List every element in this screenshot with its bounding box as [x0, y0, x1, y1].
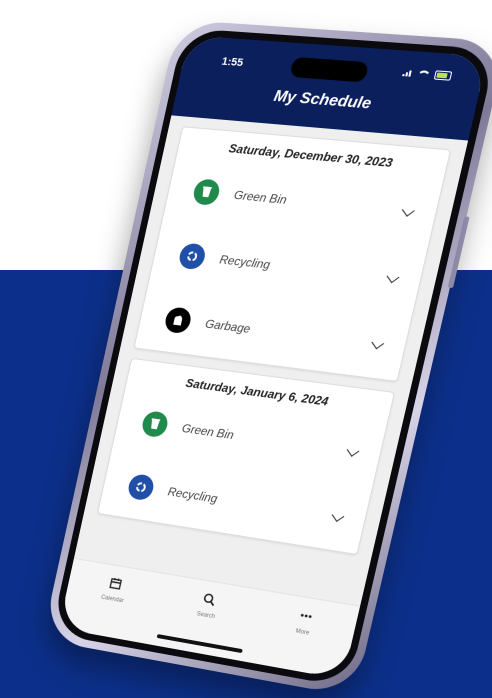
item-label: Recycling — [166, 484, 219, 506]
schedule-list: Saturday, December 30, 2023 Green Bin Re… — [72, 115, 468, 616]
search-icon — [200, 590, 219, 608]
day-card: Saturday, December 30, 2023 Green Bin Re… — [133, 126, 452, 382]
status-icons — [402, 68, 453, 81]
more-icon — [297, 607, 316, 625]
green-bin-icon — [140, 410, 170, 439]
green-bin-icon — [191, 178, 222, 207]
garbage-icon — [163, 306, 194, 335]
battery-icon — [433, 70, 453, 81]
tab-label: Calendar — [100, 594, 125, 605]
item-label: Garbage — [203, 316, 252, 336]
tab-label: More — [294, 628, 310, 637]
day-card: Saturday, January 6, 2024 Green Bin Recy… — [96, 357, 396, 556]
item-label: Recycling — [218, 252, 272, 272]
recycling-icon — [126, 472, 156, 502]
dynamic-island — [289, 56, 370, 83]
phone-mockup: 1:55 My Schedule Saturday, December 30, … — [0, 0, 492, 698]
item-label: Green Bin — [232, 187, 289, 207]
calendar-icon — [107, 575, 125, 593]
page-title: My Schedule — [272, 87, 373, 113]
tab-calendar[interactable]: Calendar — [75, 570, 154, 609]
wifi-icon — [416, 69, 432, 79]
tab-label: Search — [195, 611, 216, 621]
item-label: Green Bin — [180, 421, 236, 443]
tab-more[interactable]: More — [263, 601, 348, 642]
recycling-icon — [177, 242, 208, 271]
signal-icon — [402, 69, 414, 77]
tab-search[interactable]: Search — [167, 585, 249, 625]
phone-device: 1:55 My Schedule Saturday, December 30, … — [42, 19, 492, 697]
status-time: 1:55 — [220, 55, 245, 70]
